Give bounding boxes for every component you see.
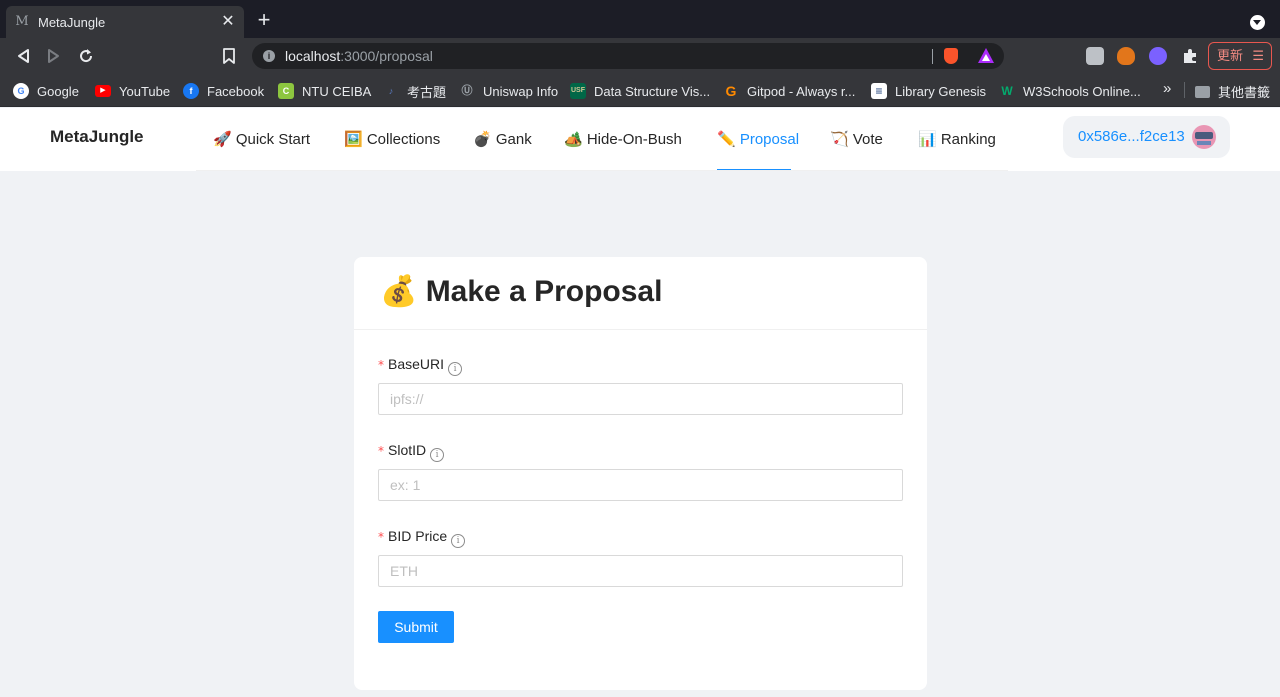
nav-collections[interactable]: 🖼️ Collections xyxy=(344,108,440,171)
tab-search-icon[interactable] xyxy=(1250,15,1265,30)
address-bar-divider xyxy=(932,49,933,64)
extensions-puzzle-icon[interactable] xyxy=(1181,47,1199,65)
reload-icon[interactable] xyxy=(76,46,96,66)
slotid-input[interactable] xyxy=(378,469,903,501)
bookmark-w3schools[interactable]: W W3Schools Online... xyxy=(999,82,1141,100)
browser-menu-icon: ☰ xyxy=(1252,48,1264,63)
url-host: localhost xyxy=(285,48,341,64)
bid-price-label-text: BID Price xyxy=(388,528,448,544)
bookmarks-overflow-icon[interactable]: » xyxy=(1163,80,1171,97)
bookmark-label: Google xyxy=(37,83,79,99)
library-genesis-icon: ≡ xyxy=(871,83,887,99)
baseuri-label: * BaseURI i xyxy=(378,356,463,376)
bookmark-label: Library Genesis xyxy=(895,83,987,99)
slotid-label-text: SlotID xyxy=(388,442,427,458)
nav-vote[interactable]: 🏹 Vote xyxy=(830,108,883,171)
new-tab-button[interactable]: + xyxy=(254,9,274,31)
url-text[interactable]: localhost:3000/proposal xyxy=(285,48,433,64)
brave-rewards-icon[interactable] xyxy=(978,48,994,63)
ceiba-icon: C xyxy=(278,83,294,99)
wallet-button[interactable]: 0x586e...f2ce13 xyxy=(1063,116,1230,158)
brave-shields-icon[interactable] xyxy=(944,48,958,64)
extension-puzzle-page-icon[interactable] xyxy=(1086,47,1104,65)
bid-price-label: * BID Price i xyxy=(378,528,466,548)
site-info-icon[interactable]: i xyxy=(263,50,275,62)
nav-ranking[interactable]: 📊 Ranking xyxy=(918,108,996,171)
submit-button[interactable]: Submit xyxy=(378,611,454,643)
back-icon[interactable] xyxy=(13,46,33,66)
required-mark: * xyxy=(378,530,384,544)
close-tab-icon[interactable]: ✕ xyxy=(220,14,236,30)
bookmark-data-structure-vis[interactable]: USF Data Structure Vis... xyxy=(570,82,710,100)
tab-favicon-icon: M xyxy=(15,14,29,29)
youtube-icon: ▶ xyxy=(95,85,111,97)
bookmark-facebook[interactable]: f Facebook xyxy=(183,82,264,100)
bookmark-library-genesis[interactable]: ≡ Library Genesis xyxy=(871,82,986,100)
proposal-card: 💰 Make a Proposal *BaseURIi *SlotIDi *BI… xyxy=(354,257,927,690)
site-header: MetaJungle 🚀 Quick Start 🖼️ Collections … xyxy=(0,108,1280,171)
bookmark-label: YouTube xyxy=(119,83,171,99)
bookmark-google[interactable]: G Google xyxy=(13,82,79,100)
info-icon[interactable]: i xyxy=(451,534,466,548)
bookmark-label: W3Schools Online... xyxy=(1023,83,1141,99)
exam-archive-icon: ♪ xyxy=(388,86,394,96)
required-mark: * xyxy=(378,358,384,372)
bookmarks-divider xyxy=(1184,82,1185,98)
bid-price-input[interactable] xyxy=(378,555,903,587)
bookmark-label: Gitpod - Always r... xyxy=(747,83,856,99)
usf-icon: USF xyxy=(570,83,586,99)
baseuri-label-text: BaseURI xyxy=(388,356,445,372)
bookmark-label: Data Structure Vis... xyxy=(594,83,711,99)
wallet-extension-icon[interactable] xyxy=(1149,47,1167,65)
bookmark-ntu-ceiba[interactable]: C NTU CEIBA xyxy=(278,82,371,100)
info-icon[interactable]: i xyxy=(448,362,463,376)
baseuri-input[interactable] xyxy=(378,383,903,415)
wallet-address: 0x586e...f2ce13 xyxy=(1078,128,1185,145)
info-icon[interactable]: i xyxy=(430,448,445,462)
other-bookmarks-label: 其他書籤 xyxy=(1218,85,1271,100)
bookmark-label: Uniswap Info xyxy=(483,83,559,99)
bookmark-uniswap-info[interactable]: Ⓤ Uniswap Info xyxy=(459,82,559,100)
nav-divider xyxy=(196,170,1008,171)
nav-quick-start[interactable]: 🚀 Quick Start xyxy=(213,108,310,171)
bookmark-label: NTU CEIBA xyxy=(302,83,372,99)
bookmark-youtube[interactable]: ▶ YouTube xyxy=(95,82,170,100)
update-label: 更新 xyxy=(1217,48,1244,63)
metamask-fox-icon[interactable] xyxy=(1117,47,1135,65)
required-mark: * xyxy=(378,444,384,458)
tab-title: MetaJungle xyxy=(38,14,106,30)
slotid-label: * SlotID i xyxy=(378,442,445,462)
folder-icon xyxy=(1195,85,1210,98)
google-icon: G xyxy=(13,83,29,99)
browser-tab[interactable]: M MetaJungle ✕ xyxy=(6,6,244,38)
bookmark-gitpod[interactable]: G Gitpod - Always r... xyxy=(723,82,856,100)
browser-tab-strip: M MetaJungle ✕ + xyxy=(0,0,1280,38)
nav-hide-on-bush[interactable]: 🏕️ Hide-On-Bush xyxy=(564,108,682,171)
uniswap-icon: Ⓤ xyxy=(461,85,473,97)
gitpod-icon: G xyxy=(725,83,737,99)
other-bookmarks-folder[interactable]: 其他書籤 xyxy=(1195,82,1270,101)
card-header: 💰 Make a Proposal xyxy=(354,257,927,330)
w3schools-icon: W xyxy=(1001,84,1013,98)
bookmark-icon[interactable] xyxy=(219,46,239,66)
nav-gank[interactable]: 💣 Gank xyxy=(473,108,532,171)
browser-update-button[interactable]: 更新 ☰ xyxy=(1208,42,1272,70)
facebook-icon: f xyxy=(183,83,199,99)
bookmark-exam-archive[interactable]: ♪ 考古題 xyxy=(383,82,446,100)
bookmark-label: Facebook xyxy=(207,83,265,99)
forward-icon[interactable] xyxy=(44,46,64,66)
bookmark-label: 考古題 xyxy=(407,84,447,100)
wallet-avatar xyxy=(1192,125,1216,149)
url-path: :3000/proposal xyxy=(340,48,433,64)
site-logo[interactable]: MetaJungle xyxy=(50,127,144,147)
page-title: 💰 Make a Proposal xyxy=(380,275,663,308)
nav-proposal[interactable]: ✏️ Proposal xyxy=(717,108,799,171)
address-bar[interactable]: i localhost:3000/proposal xyxy=(252,43,1004,69)
